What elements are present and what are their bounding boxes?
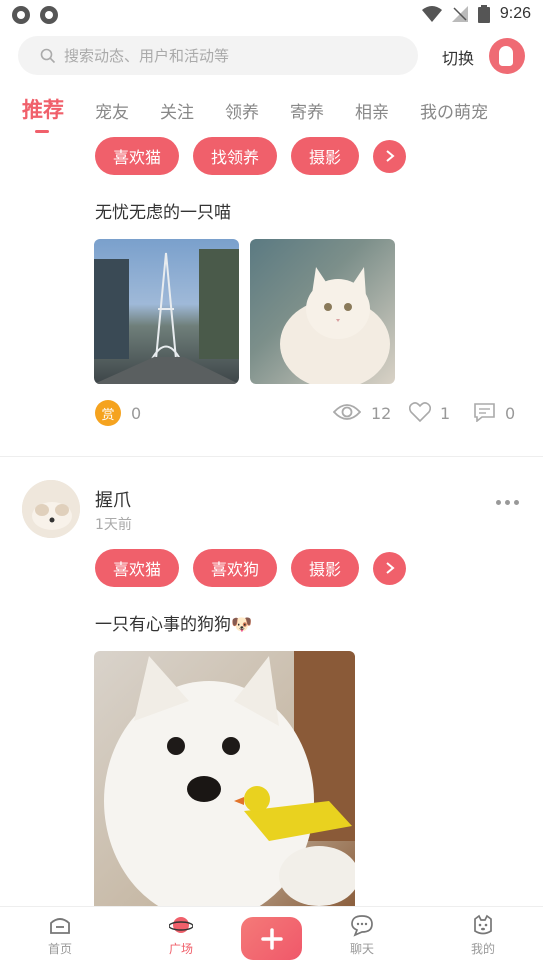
tag-chip[interactable]: 喜欢猫: [95, 137, 180, 175]
tab-following[interactable]: 关注: [160, 98, 194, 123]
eye-icon: [333, 404, 361, 420]
category-tabs: 推荐 宠友 关注 领养 寄养 相亲 我の萌宠: [0, 92, 543, 132]
more-tags-button[interactable]: [373, 139, 407, 173]
comment-icon[interactable]: [474, 403, 495, 422]
search-placeholder: 搜索动态、用户和活动等: [64, 47, 230, 65]
notification-icon: [12, 6, 30, 24]
publish-button[interactable]: [241, 917, 302, 960]
tab-pet-friends[interactable]: 宠友: [95, 98, 129, 123]
post-divider: [0, 456, 543, 457]
white-puppy-photo: [104, 651, 355, 907]
avatar[interactable]: [22, 480, 80, 538]
status-bar: 9:26: [0, 0, 543, 30]
switch-button[interactable]: 切换: [442, 45, 474, 69]
nav-chat[interactable]: 聊天: [332, 913, 392, 957]
wifi-icon: [421, 6, 442, 22]
comment-count: 0: [505, 404, 516, 423]
post-photo[interactable]: [250, 239, 395, 384]
home-icon: [50, 918, 70, 934]
tab-adoption[interactable]: 领养: [225, 98, 259, 123]
nav-label: 聊天: [349, 942, 374, 956]
post-photo[interactable]: [94, 651, 355, 907]
more-dot: [496, 500, 501, 505]
more-dot: [514, 500, 519, 505]
chevron-right-icon: [385, 562, 395, 574]
post-tags: 喜欢猫 找领养 摄影: [95, 137, 407, 175]
active-tab-indicator: [35, 130, 49, 133]
search-input[interactable]: 搜索动态、用户和活动等: [18, 36, 418, 75]
nav-square[interactable]: 广场: [151, 913, 211, 957]
like-count: 1: [440, 404, 451, 423]
tag-chip[interactable]: 摄影: [291, 137, 360, 175]
post-photo[interactable]: [94, 239, 239, 384]
tab-my-pets[interactable]: 我の萌宠: [420, 98, 488, 123]
notification-icon: [40, 6, 58, 24]
reward-button[interactable]: 赏: [95, 400, 121, 426]
post-time: 1天前: [95, 517, 132, 533]
signal-icon: [451, 6, 468, 22]
tab-recommend[interactable]: 推荐: [22, 94, 64, 124]
nav-me[interactable]: 我的: [453, 913, 513, 957]
tab-matchmaking[interactable]: 相亲: [355, 98, 389, 123]
tag-chip[interactable]: 喜欢猫: [95, 549, 180, 587]
chat-icon: [351, 915, 373, 937]
more-tags-button[interactable]: [373, 551, 407, 585]
post-text: 无忧无虑的一只喵: [95, 203, 231, 223]
post-text: 一只有心事的狗狗🐶: [95, 615, 253, 635]
more-options-button[interactable]: [496, 500, 519, 505]
battery-icon: [477, 5, 490, 23]
planet-icon: [169, 917, 193, 933]
tag-chip[interactable]: 摄影: [291, 549, 360, 587]
eiffel-tower-photo: [94, 249, 239, 384]
post-tags: 喜欢猫 喜欢狗 摄影: [95, 549, 407, 587]
white-cat-photo: [280, 267, 390, 384]
reward-count: 0: [131, 404, 142, 423]
clock: 9:26: [499, 5, 531, 22]
plus-icon: [260, 927, 283, 950]
nav-label: 我的: [470, 942, 495, 956]
tab-fostering[interactable]: 寄养: [290, 98, 324, 123]
more-dot: [505, 500, 510, 505]
heart-icon[interactable]: [409, 402, 431, 422]
nav-home[interactable]: 首页: [30, 913, 90, 957]
view-count: 12: [371, 404, 392, 423]
chevron-right-icon: [385, 150, 395, 162]
search-icon: [40, 48, 56, 63]
nav-label: 首页: [47, 942, 72, 956]
app-logo-icon[interactable]: [489, 38, 525, 74]
username[interactable]: 握爪: [95, 486, 131, 512]
tag-chip[interactable]: 找领养: [193, 137, 278, 175]
bottom-navigation: 首页 广场 聊天 我的: [0, 906, 543, 967]
nav-label: 广场: [168, 942, 193, 956]
pet-face-icon: [474, 914, 492, 935]
tag-chip[interactable]: 喜欢狗: [193, 549, 278, 587]
avatar-image: [22, 480, 80, 538]
